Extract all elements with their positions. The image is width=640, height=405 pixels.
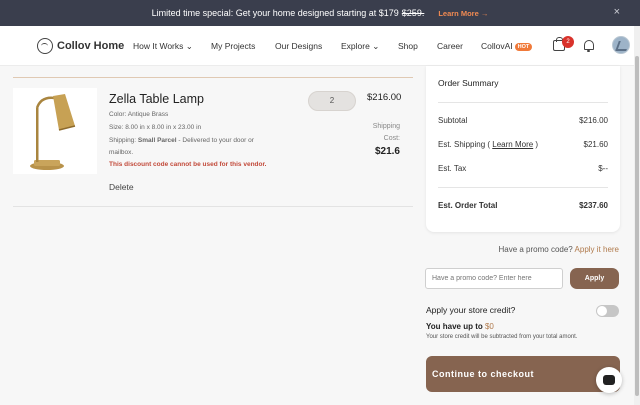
top-navigation: Collov Home How It Works ⌄ My Projects O… bbox=[0, 26, 634, 66]
shipping-label-text: Est. Shipping ( bbox=[438, 140, 491, 149]
tax-value: $-- bbox=[598, 164, 608, 173]
total-value: $237.60 bbox=[579, 201, 608, 210]
continue-to-checkout-button[interactable]: Continue to checkout bbox=[426, 356, 620, 392]
quantity-stepper[interactable]: 2 bbox=[308, 91, 356, 111]
promo-code-input[interactable] bbox=[425, 268, 563, 289]
apply-promo-link[interactable]: Apply it here bbox=[575, 245, 619, 254]
shipping-type: Small Parcel bbox=[137, 137, 177, 144]
scrollbar-thumb[interactable] bbox=[635, 56, 639, 396]
chevron-down-icon: ⌄ bbox=[185, 41, 193, 51]
lamp-image bbox=[30, 94, 76, 170]
order-summary: Order Summary Subtotal $216.00 Est. Ship… bbox=[426, 66, 620, 232]
product-shipping-line2: mailbox. bbox=[109, 149, 134, 156]
shipping-prefix: Shipping: bbox=[109, 137, 137, 144]
summary-title: Order Summary bbox=[438, 78, 499, 88]
product-color: Color: Antique Brass bbox=[109, 111, 169, 118]
store-credit-available: You have up to $0 bbox=[426, 322, 494, 331]
shipping-value: $21.60 bbox=[583, 140, 608, 149]
discount-warning: This discount code cannot be used for th… bbox=[109, 161, 267, 168]
promo-question-text: Have a promo code? bbox=[498, 245, 573, 254]
credit-amount: $0 bbox=[484, 322, 494, 331]
promo-banner: Limited time special: Get your home desi… bbox=[0, 0, 640, 26]
delete-button[interactable]: Delete bbox=[109, 182, 134, 192]
shipping-suffix: - Delivered to your door or bbox=[178, 137, 254, 144]
close-icon[interactable]: × bbox=[614, 6, 620, 18]
product-price: $216.00 bbox=[367, 92, 402, 103]
logo-text: Collov Home bbox=[57, 40, 125, 52]
chevron-down-icon: ⌄ bbox=[372, 41, 380, 51]
product-size: Size: 8.00 in x 8.00 in x 23.00 in bbox=[109, 124, 202, 131]
banner-text: Limited time special: Get your home desi… bbox=[151, 8, 399, 18]
credit-prefix: You have up to bbox=[426, 322, 483, 331]
shipping-cost-value: $21.6 bbox=[374, 146, 400, 157]
nav-my-projects[interactable]: My Projects bbox=[211, 41, 255, 51]
logo-icon bbox=[37, 38, 53, 54]
cart-divider bbox=[13, 77, 413, 78]
learn-more-link[interactable]: Learn More bbox=[492, 140, 533, 149]
subtotal-value: $216.00 bbox=[579, 116, 608, 125]
cart-count-badge: 2 bbox=[562, 36, 574, 48]
logo[interactable]: Collov Home bbox=[37, 38, 124, 54]
subtotal-label: Subtotal bbox=[438, 116, 468, 125]
shipping-label-close: ) bbox=[535, 140, 539, 149]
product-name[interactable]: Zella Table Lamp bbox=[109, 92, 204, 106]
product-shipping: Shipping: Small Parcel - Delivered to yo… bbox=[109, 137, 254, 144]
hot-badge: HOT bbox=[514, 42, 533, 51]
nav-shop[interactable]: Shop bbox=[398, 41, 418, 51]
apply-button[interactable]: Apply bbox=[570, 268, 619, 289]
item-divider bbox=[13, 206, 413, 207]
shipping-label: Est. Shipping ( Learn More ) bbox=[438, 140, 538, 149]
promo-question: Have a promo code? Apply it here bbox=[498, 245, 619, 254]
nav-how-it-works[interactable]: How It Works ⌄ bbox=[133, 41, 193, 52]
subtotal-row: Subtotal $216.00 bbox=[438, 116, 608, 125]
summary-divider bbox=[438, 187, 608, 188]
nav-explore[interactable]: Explore ⌄ bbox=[341, 41, 379, 52]
shipping-row: Est. Shipping ( Learn More ) $21.60 bbox=[438, 140, 608, 149]
scrollbar[interactable] bbox=[634, 26, 640, 405]
bell-icon[interactable] bbox=[584, 40, 594, 52]
summary-divider bbox=[438, 102, 608, 103]
shipping-cost-label: Shipping bbox=[372, 123, 400, 130]
store-credit-title: Apply your store credit? bbox=[426, 305, 516, 315]
chat-icon[interactable] bbox=[596, 367, 622, 393]
avatar[interactable] bbox=[612, 36, 630, 54]
banner-learn-more-link[interactable]: Learn More → bbox=[438, 9, 488, 18]
store-credit-toggle[interactable] bbox=[596, 305, 619, 317]
total-label: Est. Order Total bbox=[438, 201, 498, 210]
banner-old-price: $259. bbox=[401, 8, 425, 18]
nav-collovai[interactable]: CollovAI HOT bbox=[481, 41, 533, 51]
shipping-cost-label-2: Cost: bbox=[383, 135, 400, 142]
store-credit-note: Your store credit will be subtracted fro… bbox=[426, 334, 578, 340]
nav-label: Explore bbox=[341, 41, 370, 51]
total-row: Est. Order Total $237.60 bbox=[438, 201, 608, 210]
nav-career[interactable]: Career bbox=[437, 41, 463, 51]
nav-our-designs[interactable]: Our Designs bbox=[275, 41, 322, 51]
nav-label: How It Works bbox=[133, 41, 184, 51]
product-image[interactable] bbox=[13, 88, 97, 174]
tax-row: Est. Tax $-- bbox=[438, 164, 608, 173]
nav-label: CollovAI bbox=[481, 41, 513, 51]
tax-label: Est. Tax bbox=[438, 164, 467, 173]
